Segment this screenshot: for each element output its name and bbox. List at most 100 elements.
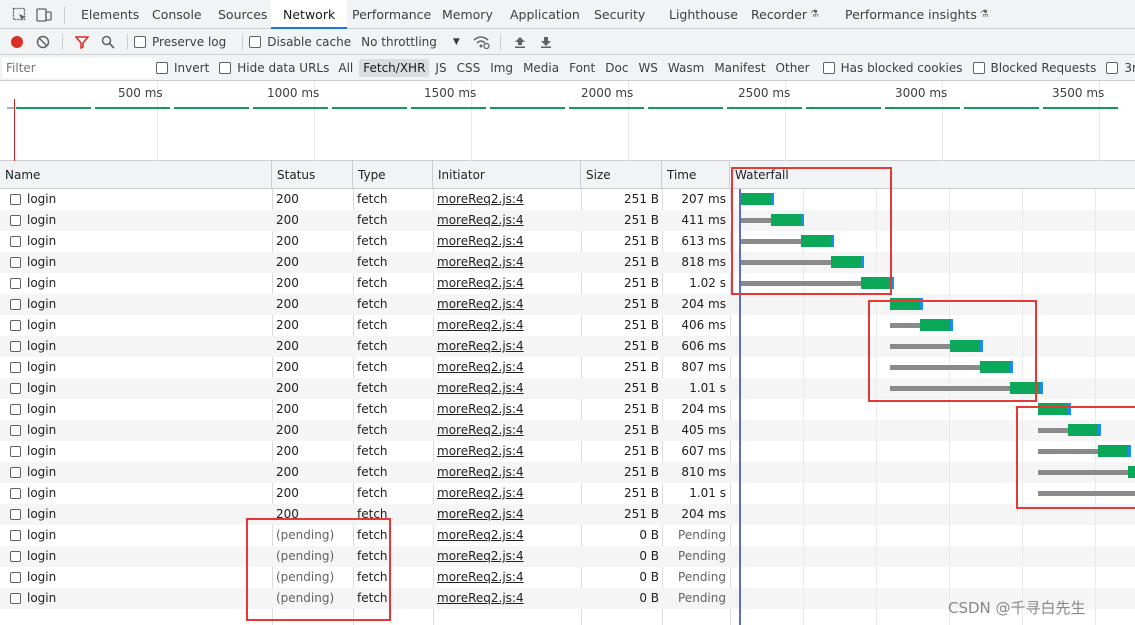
initiator-link[interactable]: moreReq2.js:4 xyxy=(437,357,579,378)
column-header-initiator[interactable]: Initiator xyxy=(433,161,581,189)
request-name-cell[interactable]: login xyxy=(10,252,270,273)
export-har-icon[interactable] xyxy=(533,30,559,54)
filter-type-ws[interactable]: WS xyxy=(634,59,661,77)
initiator-link[interactable]: moreReq2.js:4 xyxy=(437,483,579,504)
tab-security[interactable]: Security xyxy=(582,0,657,29)
tab-sources[interactable]: Sources xyxy=(206,0,279,29)
tab-performance-insights[interactable]: Performance insights ⚗ xyxy=(833,0,1001,29)
initiator-link[interactable]: moreReq2.js:4 xyxy=(437,336,579,357)
tab-memory[interactable]: Memory xyxy=(430,0,505,29)
table-row[interactable]: login 200 fetch moreReq2.js:4 251 B 1.02 s xyxy=(0,273,1135,294)
initiator-link[interactable]: moreReq2.js:4 xyxy=(437,231,579,252)
filter-type-wasm[interactable]: Wasm xyxy=(664,59,708,77)
request-name-cell[interactable]: login xyxy=(10,231,270,252)
filter-type-other[interactable]: Other xyxy=(772,59,814,77)
throttling-select[interactable]: No throttling ▼ xyxy=(361,35,460,49)
request-name-cell[interactable]: login xyxy=(10,441,270,462)
request-name-cell[interactable]: login xyxy=(10,462,270,483)
filter-type-fetch-xhr[interactable]: Fetch/XHR xyxy=(359,58,430,77)
tab-elements[interactable]: Elements xyxy=(69,0,151,29)
checkbox-box[interactable] xyxy=(156,61,168,74)
request-name-cell[interactable]: login xyxy=(10,525,270,546)
filter-type-js[interactable]: JS xyxy=(431,59,450,77)
table-row[interactable]: login 200 fetch moreReq2.js:4 251 B 810 ms xyxy=(0,462,1135,483)
initiator-link[interactable]: moreReq2.js:4 xyxy=(437,588,579,609)
filter-type-media[interactable]: Media xyxy=(519,59,563,77)
initiator-link[interactable]: moreReq2.js:4 xyxy=(437,189,579,210)
table-row[interactable]: login 200 fetch moreReq2.js:4 251 B 204 ms xyxy=(0,399,1135,420)
request-name-cell[interactable]: login xyxy=(10,210,270,231)
invert-checkbox[interactable]: Invert xyxy=(156,61,209,75)
column-header-size[interactable]: Size xyxy=(581,161,662,189)
filter-type-manifest[interactable]: Manifest xyxy=(710,59,769,77)
network-conditions-icon[interactable] xyxy=(468,30,494,54)
checkbox-box[interactable] xyxy=(822,61,835,74)
record-button[interactable] xyxy=(4,30,30,54)
filter-type-doc[interactable]: Doc xyxy=(601,59,632,77)
tab-application[interactable]: Application xyxy=(498,0,592,29)
request-name-cell[interactable]: login xyxy=(10,567,270,588)
clear-button[interactable] xyxy=(30,30,56,54)
initiator-link[interactable]: moreReq2.js:4 xyxy=(437,504,579,525)
request-name-cell[interactable]: login xyxy=(10,315,270,336)
table-row[interactable]: login (pending) fetch moreReq2.js:4 0 B Pendi… xyxy=(0,525,1135,546)
has-blocked-cookies-checkbox[interactable]: Has blocked cookies xyxy=(822,61,963,75)
device-toolbar-icon[interactable] xyxy=(30,1,58,29)
tab-performance[interactable]: Performance xyxy=(340,0,443,29)
initiator-link[interactable]: moreReq2.js:4 xyxy=(437,399,579,420)
initiator-link[interactable]: moreReq2.js:4 xyxy=(437,462,579,483)
request-name-cell[interactable]: login xyxy=(10,483,270,504)
table-row[interactable]: login 200 fetch moreReq2.js:4 251 B 607 ms xyxy=(0,441,1135,462)
column-header-status[interactable]: Status xyxy=(272,161,353,189)
tab-console[interactable]: Console xyxy=(140,0,214,29)
request-name-cell[interactable]: login xyxy=(10,336,270,357)
table-row[interactable]: login 200 fetch moreReq2.js:4 251 B 405 ms xyxy=(0,420,1135,441)
initiator-link[interactable]: moreReq2.js:4 xyxy=(437,294,579,315)
column-header-time[interactable]: Time xyxy=(662,161,730,189)
table-row[interactable]: login 200 fetch moreReq2.js:4 251 B 613 ms xyxy=(0,231,1135,252)
initiator-link[interactable]: moreReq2.js:4 xyxy=(437,252,579,273)
hide-data-urls-checkbox[interactable]: Hide data URLs xyxy=(219,61,329,75)
table-row[interactable]: login 200 fetch moreReq2.js:4 251 B 411 ms xyxy=(0,210,1135,231)
checkbox-box[interactable] xyxy=(134,35,146,48)
initiator-link[interactable]: moreReq2.js:4 xyxy=(437,378,579,399)
checkbox-box[interactable] xyxy=(972,61,985,74)
request-name-cell[interactable]: login xyxy=(10,504,270,525)
request-name-cell[interactable]: login xyxy=(10,420,270,441)
table-row[interactable]: login 200 fetch moreReq2.js:4 251 B 818 ms xyxy=(0,252,1135,273)
initiator-link[interactable]: moreReq2.js:4 xyxy=(437,441,579,462)
table-row[interactable]: login 200 fetch moreReq2.js:4 251 B 204 ms xyxy=(0,504,1135,525)
filter-type-font[interactable]: Font xyxy=(565,59,599,77)
tab-network[interactable]: Network xyxy=(271,0,348,29)
tab-recorder[interactable]: Recorder ⚗ xyxy=(739,0,831,29)
third-party-checkbox[interactable]: 3rd-party requests xyxy=(1106,61,1135,75)
request-name-cell[interactable]: login xyxy=(10,273,270,294)
initiator-link[interactable]: moreReq2.js:4 xyxy=(437,315,579,336)
filter-icon[interactable] xyxy=(69,30,95,54)
table-row[interactable]: login 200 fetch moreReq2.js:4 251 B 1.01 s xyxy=(0,483,1135,504)
disable-cache-checkbox[interactable]: Disable cache xyxy=(249,35,351,49)
filter-type-img[interactable]: Img xyxy=(486,59,517,77)
initiator-link[interactable]: moreReq2.js:4 xyxy=(437,273,579,294)
request-name-cell[interactable]: login xyxy=(10,399,270,420)
request-name-cell[interactable]: login xyxy=(10,357,270,378)
table-row[interactable]: login (pending) fetch moreReq2.js:4 0 B Pendi… xyxy=(0,567,1135,588)
column-header-name[interactable]: Name xyxy=(0,161,272,189)
column-header-type[interactable]: Type xyxy=(353,161,433,189)
checkbox-box[interactable] xyxy=(249,35,262,48)
tab-lighthouse[interactable]: Lighthouse xyxy=(657,0,750,29)
initiator-link[interactable]: moreReq2.js:4 xyxy=(437,210,579,231)
request-name-cell[interactable]: login xyxy=(10,189,270,210)
search-icon[interactable] xyxy=(95,30,121,54)
initiator-link[interactable]: moreReq2.js:4 xyxy=(437,567,579,588)
request-name-cell[interactable]: login xyxy=(10,378,270,399)
table-row[interactable]: login (pending) fetch moreReq2.js:4 0 B Pendi… xyxy=(0,546,1135,567)
request-name-cell[interactable]: login xyxy=(10,588,270,609)
import-har-icon[interactable] xyxy=(507,30,533,54)
preserve-log-checkbox[interactable]: Preserve log xyxy=(134,35,226,49)
request-name-cell[interactable]: login xyxy=(10,546,270,567)
initiator-link[interactable]: moreReq2.js:4 xyxy=(437,420,579,441)
initiator-link[interactable]: moreReq2.js:4 xyxy=(437,525,579,546)
checkbox-box[interactable] xyxy=(1106,61,1119,74)
network-overview-timeline[interactable]: 500 ms 1000 ms 1500 ms 2000 ms 2500 ms 3000 m… xyxy=(0,81,1135,161)
